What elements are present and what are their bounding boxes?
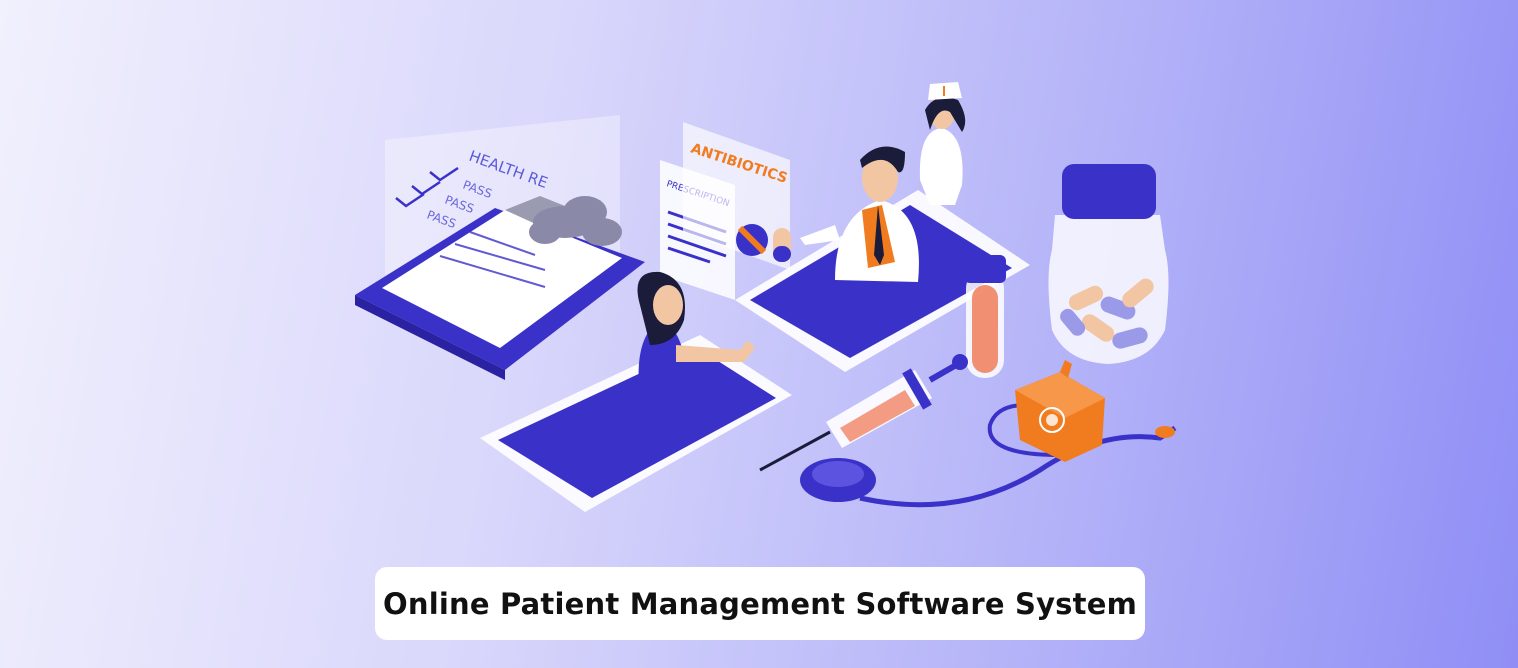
clipboard-icon (355, 115, 645, 380)
pill-bottle-icon (1048, 164, 1169, 364)
nurse-icon (919, 82, 966, 205)
title-badge: Online Patient Management Software Syste… (375, 567, 1145, 640)
patient-tablet (480, 335, 792, 512)
banner-title: Online Patient Management Software Syste… (383, 586, 1137, 621)
syringe-icon (759, 354, 968, 472)
test-tube-icon (964, 255, 1006, 378)
banner: HEALTH RE PASS PASS PASS PRESCRIPTION (0, 0, 1518, 668)
wallet-icon (1015, 360, 1105, 462)
